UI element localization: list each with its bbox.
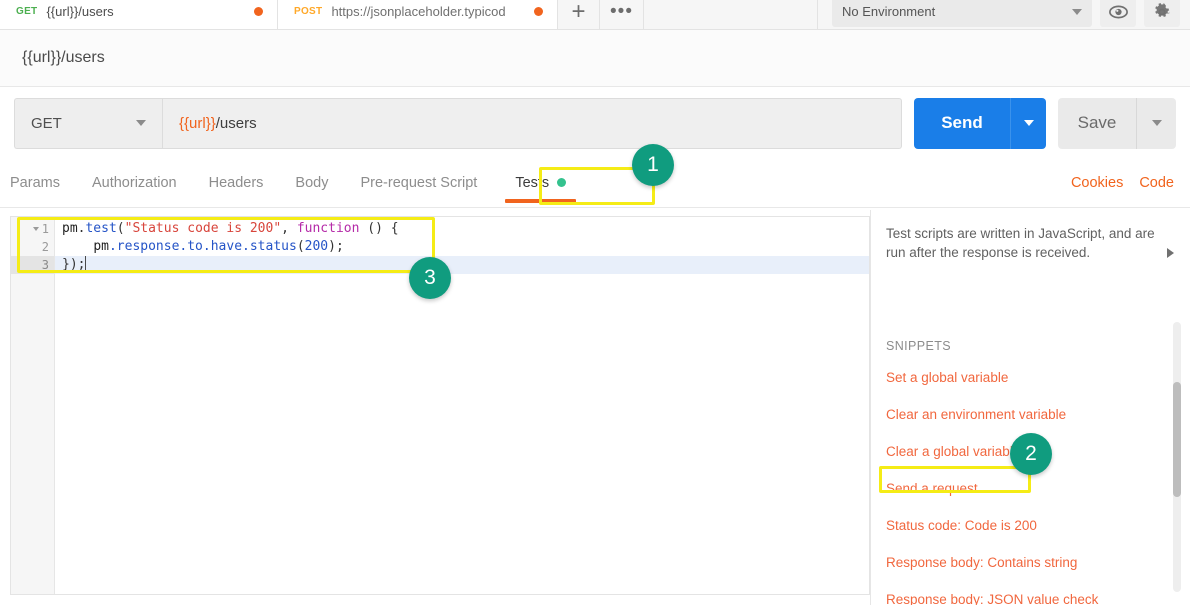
gutter-line-2[interactable]: 2 <box>11 238 54 256</box>
token-string: "Status code is 200" <box>125 221 282 236</box>
save-button-group: Save <box>1058 98 1176 149</box>
gutter-line-1[interactable]: 1 <box>11 220 54 238</box>
method-value: GET <box>31 115 62 132</box>
token-tail: () { <box>359 221 398 236</box>
annotation-badge-1: 1 <box>632 144 674 186</box>
token-object: pm <box>93 239 109 254</box>
code-line-2: pm.response.to.have.status(200); <box>55 238 869 256</box>
snippet-status-code-code-is-200[interactable]: Status code: Code is 200 <box>878 507 1190 544</box>
send-button-group: Send <box>914 98 1046 149</box>
tab-label: Body <box>295 175 328 191</box>
snippets-scrollbar-track[interactable] <box>1173 322 1181 592</box>
snippet-response-body-contains-string[interactable]: Response body: Contains string <box>878 544 1190 581</box>
request-tab-1[interactable]: GET {{url}}/users <box>0 0 278 29</box>
tab-method-get: GET <box>16 6 37 17</box>
chevron-right-icon[interactable] <box>1167 248 1174 258</box>
snippets-scrollbar-thumb[interactable] <box>1173 382 1181 497</box>
chevron-down-icon <box>1024 120 1034 126</box>
tab-label: Authorization <box>92 175 177 191</box>
annotation-badge-3: 3 <box>409 257 451 299</box>
tab-label: Pre-request Script <box>360 175 477 191</box>
token-paren: ( <box>117 221 125 236</box>
active-tab-underline <box>505 199 576 203</box>
tests-description: Test scripts are written in JavaScript, … <box>878 216 1190 262</box>
token-number: 200 <box>305 239 328 254</box>
tab-label: Tests <box>515 175 549 191</box>
token-paren: ( <box>297 239 305 254</box>
request-name-header[interactable]: {{url}}/users <box>0 30 1190 87</box>
chevron-down-icon <box>136 120 146 126</box>
token-keyword: function <box>297 221 360 236</box>
new-tab-button[interactable]: + <box>558 0 600 29</box>
tab-pre-request-script[interactable]: Pre-request Script <box>344 158 493 207</box>
request-name-text: {{url}}/users <box>22 49 105 67</box>
snippet-response-body-json-value-check[interactable]: Response body: JSON value check <box>878 581 1190 605</box>
annotation-badge-2: 2 <box>1010 433 1052 475</box>
token-chain: .response.to.have.status <box>109 239 297 254</box>
tab-options-button[interactable]: ••• <box>600 0 644 29</box>
line-number: 3 <box>42 256 49 274</box>
url-path: /users <box>216 115 257 132</box>
url-variable: {{url}} <box>179 115 216 132</box>
tab-authorization[interactable]: Authorization <box>76 158 193 207</box>
tab-tests[interactable]: Tests <box>493 158 588 207</box>
url-bar: GET {{url}}/users Send Save <box>0 88 1190 158</box>
panel-divider <box>870 210 871 605</box>
tab-label: Params <box>10 175 60 191</box>
tab-body[interactable]: Body <box>279 158 344 207</box>
tab-title: {{url}}/users <box>46 4 245 19</box>
editor-gutter: 1 2 3 <box>11 217 55 594</box>
tab-label: Headers <box>209 175 264 191</box>
send-button[interactable]: Send <box>914 98 1010 149</box>
tests-active-indicator-icon <box>557 178 566 187</box>
postman-window: GET {{url}}/users POST https://jsonplace… <box>0 0 1190 605</box>
url-input[interactable]: {{url}}/users <box>162 98 902 149</box>
tab-title: https://jsonplaceholder.typicod <box>331 4 525 19</box>
snippet-set-a-global-variable[interactable]: Set a global variable <box>878 359 1190 396</box>
chevron-down-icon <box>1152 120 1162 126</box>
save-button[interactable]: Save <box>1058 98 1136 149</box>
line-number: 1 <box>42 220 49 238</box>
environment-select[interactable]: No Environment <box>832 0 1092 27</box>
code-line-3: }); <box>55 256 869 274</box>
send-options-button[interactable] <box>1010 98 1046 149</box>
environment-value: No Environment <box>842 4 935 19</box>
request-section-tabs: Params Authorization Headers Body Pre-re… <box>0 158 1190 208</box>
snippet-clear-an-environment-variable[interactable]: Clear an environment variable <box>878 396 1190 433</box>
code-line-1: pm.test("Status code is 200", function (… <box>55 220 869 238</box>
token-comma: , <box>281 221 297 236</box>
request-tab-strip: GET {{url}}/users POST https://jsonplace… <box>0 0 1190 30</box>
tests-help-panel: Test scripts are written in JavaScript, … <box>878 216 1190 605</box>
tab-params[interactable]: Params <box>0 158 76 207</box>
snippet-send-a-request[interactable]: Send a request <box>878 470 1190 507</box>
save-options-button[interactable] <box>1136 98 1176 149</box>
snippets-list: Set a global variable Clear an environme… <box>878 359 1190 605</box>
gutter-line-3[interactable]: 3 <box>11 256 54 274</box>
token-method: test <box>85 221 116 236</box>
tab-method-post: POST <box>294 6 322 17</box>
code-fold-icon[interactable] <box>33 227 39 231</box>
eye-icon[interactable] <box>1100 0 1136 27</box>
unsaved-indicator-icon <box>534 7 543 16</box>
text-cursor <box>85 256 86 270</box>
code-link[interactable]: Code <box>1131 158 1190 207</box>
snippets-heading: SNIPPETS <box>878 339 1190 353</box>
cookies-link[interactable]: Cookies <box>1063 158 1131 207</box>
token-tail: ); <box>328 239 344 254</box>
token-close: }); <box>62 257 85 272</box>
method-select[interactable]: GET <box>14 98 162 149</box>
line-number: 2 <box>42 238 49 256</box>
token-indent <box>62 239 93 254</box>
request-tab-2[interactable]: POST https://jsonplaceholder.typicod <box>278 0 558 29</box>
editor-code-area[interactable]: pm.test("Status code is 200", function (… <box>55 217 869 594</box>
gear-icon[interactable] <box>1144 0 1180 27</box>
chevron-down-icon <box>1072 9 1082 15</box>
unsaved-indicator-icon <box>254 7 263 16</box>
environment-zone: No Environment <box>818 0 1190 29</box>
tabstrip-filler <box>644 0 818 29</box>
tab-headers[interactable]: Headers <box>193 158 280 207</box>
token-object: pm <box>62 221 78 236</box>
